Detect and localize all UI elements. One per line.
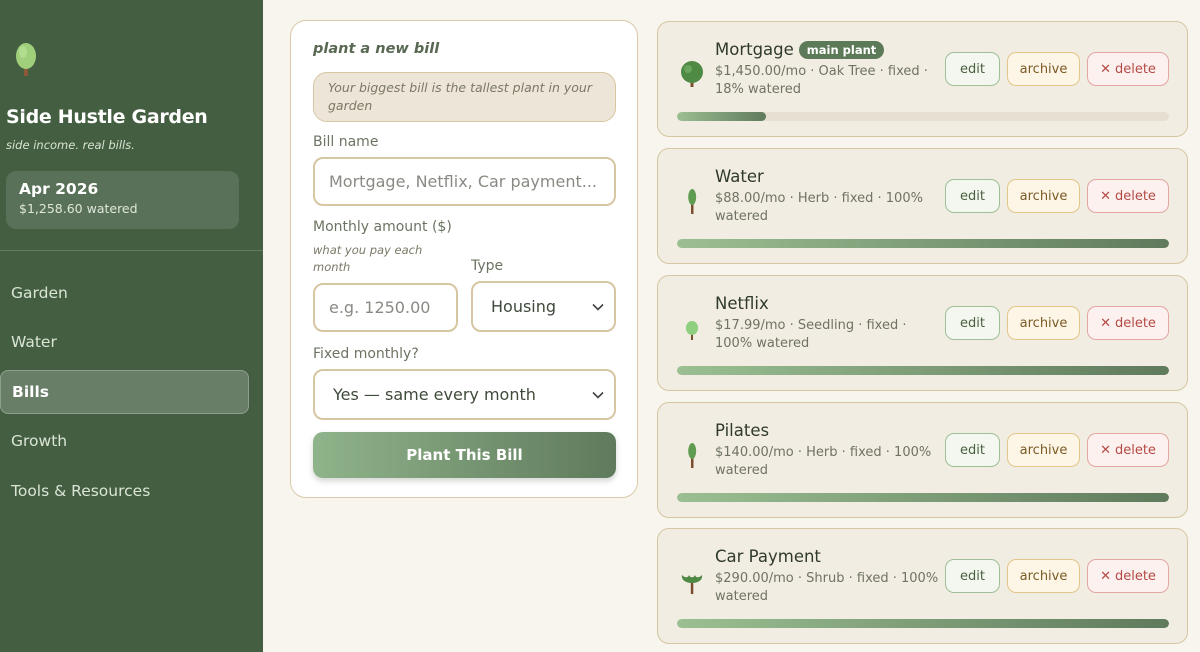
delete-label: delete (1114, 442, 1156, 458)
archive-button[interactable]: archive (1007, 52, 1080, 86)
progress-fill (677, 619, 1169, 628)
bill-name-text: Water (715, 167, 764, 186)
new-bill-form: plant a new bill Your biggest bill is th… (290, 20, 638, 498)
chevron-down-icon (592, 391, 604, 399)
app-title: Side Hustle Garden (6, 106, 208, 128)
archive-button[interactable]: archive (1007, 559, 1080, 593)
close-icon: ✕ (1100, 61, 1111, 77)
main-plant-badge: main plant (798, 40, 885, 59)
archive-button[interactable]: archive (1007, 306, 1080, 340)
delete-label: delete (1114, 188, 1156, 204)
tree-icon (681, 61, 703, 87)
bill-card-netflix: Netflix $17.99/mo · Seedling · fixed · 1… (657, 275, 1188, 391)
nav-item-tools-resources[interactable]: Tools & Resources (0, 469, 249, 513)
nav-item-bills[interactable]: Bills (0, 370, 249, 414)
type-select[interactable]: Housing (471, 281, 616, 332)
close-icon: ✕ (1100, 315, 1111, 331)
bill-name-text: Netflix (715, 294, 769, 313)
progress-fill (677, 112, 766, 121)
nav-item-garden[interactable]: Garden (0, 271, 249, 315)
form-heading: plant a new bill (313, 41, 440, 57)
watered-progress-bar (677, 493, 1169, 502)
bill-meta: $1,450.00/mo · Oak Tree · fixed · 18% wa… (715, 64, 928, 97)
bill-meta: $88.00/mo · Herb · fixed · 100% watered (715, 191, 923, 224)
archive-button[interactable]: archive (1007, 433, 1080, 467)
edit-button[interactable]: edit (945, 433, 1000, 467)
edit-button[interactable]: edit (945, 52, 1000, 86)
close-icon: ✕ (1100, 442, 1111, 458)
delete-label: delete (1114, 61, 1156, 77)
progress-fill (677, 239, 1169, 248)
form-hint: Your biggest bill is the tallest plant i… (313, 72, 616, 122)
amount-sublabel: what you pay each month (313, 243, 423, 274)
app-subtitle: side income. real bills. (6, 138, 135, 152)
month-title: Apr 2026 (19, 180, 99, 198)
tree-logo-icon (16, 43, 36, 76)
bill-name-label: Bill name (313, 134, 379, 150)
delete-button[interactable]: ✕ delete (1087, 559, 1169, 593)
bill-name-text: Car Payment (715, 547, 821, 566)
edit-button[interactable]: edit (945, 306, 1000, 340)
delete-button[interactable]: ✕ delete (1087, 179, 1169, 213)
fixed-select[interactable]: Yes — same every month (313, 369, 616, 420)
progress-fill (677, 493, 1169, 502)
herb-icon (688, 443, 697, 468)
sidebar-divider (0, 250, 263, 251)
delete-label: delete (1114, 568, 1156, 584)
watered-progress-bar (677, 239, 1169, 248)
plant-bill-button[interactable]: Plant This Bill (313, 432, 616, 478)
herb-icon (688, 189, 697, 214)
bill-meta: $140.00/mo · Herb · fixed · 100% watered (715, 445, 932, 478)
shrub-icon (681, 575, 703, 594)
delete-button[interactable]: ✕ delete (1087, 306, 1169, 340)
bill-name: Mortgage main plant (715, 40, 885, 59)
watered-progress-bar (677, 366, 1169, 375)
bill-name: Water (715, 167, 764, 186)
bill-name-text: Mortgage (715, 40, 794, 59)
bill-card-water: Water $88.00/mo · Herb · fixed · 100% wa… (657, 148, 1188, 264)
nav-item-growth[interactable]: Growth (0, 419, 249, 463)
bill-name-input[interactable] (313, 157, 616, 206)
close-icon: ✕ (1100, 188, 1111, 204)
bill-name-text: Pilates (715, 421, 770, 440)
edit-button[interactable]: edit (945, 179, 1000, 213)
watered-progress-bar (677, 619, 1169, 628)
amount-input[interactable] (313, 283, 458, 332)
nav-item-water[interactable]: Water (0, 320, 249, 364)
month-summary-card: Apr 2026 $1,258.60 watered (6, 171, 239, 229)
bill-name: Pilates (715, 421, 769, 440)
bill-meta: $17.99/mo · Seedling · fixed · 100% wate… (715, 318, 907, 351)
type-select-value: Housing (491, 297, 557, 316)
bill-name: Netflix (715, 294, 769, 313)
type-label: Type (471, 258, 504, 274)
edit-button[interactable]: edit (945, 559, 1000, 593)
bill-meta: $290.00/mo · Shrub · fixed · 100% watere… (715, 571, 939, 604)
bill-card-pilates: Pilates $140.00/mo · Herb · fixed · 100%… (657, 402, 1188, 518)
seedling-icon (686, 321, 698, 340)
fixed-select-value: Yes — same every month (333, 385, 536, 404)
close-icon: ✕ (1100, 568, 1111, 584)
delete-button[interactable]: ✕ delete (1087, 433, 1169, 467)
sidebar: Side Hustle Garden side income. real bil… (0, 0, 263, 652)
fixed-label: Fixed monthly? (313, 346, 419, 362)
delete-label: delete (1114, 315, 1156, 331)
month-watered-total: $1,258.60 watered (19, 201, 138, 216)
archive-button[interactable]: archive (1007, 179, 1080, 213)
bill-card-mortgage: Mortgage main plant $1,450.00/mo · Oak T… (657, 21, 1188, 137)
watered-progress-bar (677, 112, 1169, 121)
bill-name: Car Payment (715, 547, 821, 566)
chevron-down-icon (592, 303, 604, 311)
bill-card-car-payment: Car Payment $290.00/mo · Shrub · fixed ·… (657, 528, 1188, 644)
delete-button[interactable]: ✕ delete (1087, 52, 1169, 86)
progress-fill (677, 366, 1169, 375)
amount-label: Monthly amount ($) (313, 219, 452, 235)
